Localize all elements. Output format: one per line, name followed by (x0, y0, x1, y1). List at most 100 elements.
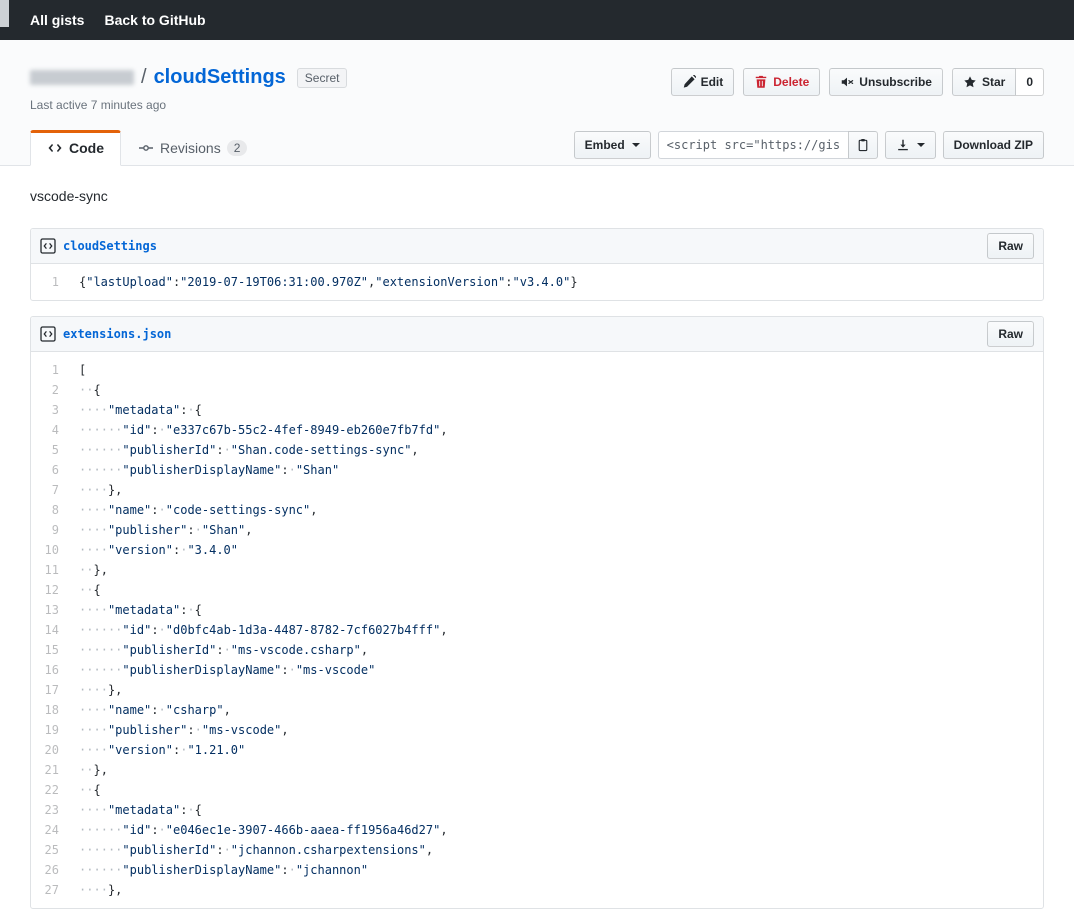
line-number[interactable]: 21 (31, 760, 69, 780)
code-line: 17····}, (31, 680, 1043, 700)
line-number[interactable]: 12 (31, 580, 69, 600)
file-name-label: cloudSettings (63, 239, 157, 253)
line-number[interactable]: 1 (31, 360, 69, 380)
line-number[interactable]: 1 (31, 272, 69, 292)
code-line-text: ······"publisherId":·"Shan.code-settings… (69, 440, 1043, 460)
code-line-text: ····"name":·"code-settings-sync", (69, 500, 1043, 520)
gist-header: / cloudSettings Secret Last active 7 min… (0, 40, 1074, 166)
tab-code[interactable]: Code (30, 130, 121, 166)
embed-src-input[interactable] (658, 131, 848, 159)
code-line-text: ······"publisherId":·"jchannon.csharpext… (69, 840, 1043, 860)
gist-title: / cloudSettings Secret (30, 66, 347, 89)
delete-button[interactable]: Delete (743, 68, 820, 96)
download-icon (896, 138, 910, 152)
line-number[interactable]: 14 (31, 620, 69, 640)
tab-controls: Embed Download ZIP (574, 131, 1044, 165)
code-line: 25······"publisherId":·"jchannon.csharpe… (31, 840, 1043, 860)
code-line-text: ··}, (69, 760, 1043, 780)
mute-icon (840, 75, 854, 89)
download-zip-label: Download ZIP (954, 138, 1033, 152)
download-zip-button[interactable]: Download ZIP (943, 131, 1044, 159)
code-line-text: ····"publisher":·"ms-vscode", (69, 720, 1043, 740)
back-to-github-link[interactable]: Back to GitHub (104, 12, 205, 28)
line-number[interactable]: 23 (31, 800, 69, 820)
file-name-link[interactable]: cloudSettings (40, 238, 157, 254)
code-line: 19····"publisher":·"ms-vscode", (31, 720, 1043, 740)
line-number[interactable]: 24 (31, 820, 69, 840)
title-separator: / (141, 66, 147, 89)
line-number[interactable]: 22 (31, 780, 69, 800)
line-number[interactable]: 5 (31, 440, 69, 460)
code-line: 21··}, (31, 760, 1043, 780)
embed-dropdown-button[interactable]: Embed (574, 131, 651, 159)
code-line-text: ····"publisher":·"Shan", (69, 520, 1043, 540)
code-line: 20····"version":·"1.21.0" (31, 740, 1043, 760)
gist-action-buttons: Edit Delete Unsubscribe Star 0 (671, 68, 1044, 96)
code-line-text: ····"name":·"csharp", (69, 700, 1043, 720)
tab-revisions[interactable]: Revisions 2 (121, 130, 264, 166)
code-line: 13····"metadata":·{ (31, 600, 1043, 620)
code-line: 4······"id":·"e337c67b-55c2-4fef-8949-eb… (31, 420, 1043, 440)
download-dropdown-button[interactable] (885, 131, 936, 159)
line-number[interactable]: 13 (31, 600, 69, 620)
owner-name-redacted-link[interactable] (30, 70, 134, 85)
line-number[interactable]: 19 (31, 720, 69, 740)
code-line-text: ····"version":·"3.4.0" (69, 540, 1043, 560)
star-button-group: Star 0 (952, 68, 1044, 96)
line-number[interactable]: 2 (31, 380, 69, 400)
line-number[interactable]: 16 (31, 660, 69, 680)
trash-icon (754, 75, 768, 89)
code-line: 27····}, (31, 880, 1043, 900)
code-line-text: ······"id":·"d0bfc4ab-1d3a-4487-8782-7cf… (69, 620, 1043, 640)
line-number[interactable]: 7 (31, 480, 69, 500)
code-line-text: ······"publisherDisplayName":·"ms-vscode… (69, 660, 1043, 680)
unsubscribe-button[interactable]: Unsubscribe (829, 68, 943, 96)
code-line-text: ····}, (69, 480, 1043, 500)
code-line-text: ······"publisherDisplayName":·"jchannon" (69, 860, 1043, 880)
file-name-link[interactable]: extensions.json (40, 326, 171, 342)
file-header: cloudSettings Raw (31, 229, 1043, 264)
code-line-text: {"lastUpload":"2019-07-19T06:31:00.970Z"… (69, 272, 1043, 292)
line-number[interactable]: 27 (31, 880, 69, 900)
star-button[interactable]: Star (952, 68, 1016, 96)
line-number[interactable]: 11 (31, 560, 69, 580)
code-line-text: ······"id":·"e046ec1e-3907-466b-aaea-ff1… (69, 820, 1043, 840)
line-number[interactable]: 6 (31, 460, 69, 480)
line-number[interactable]: 15 (31, 640, 69, 660)
code-table: 1{"lastUpload":"2019-07-19T06:31:00.970Z… (31, 272, 1043, 292)
line-number[interactable]: 10 (31, 540, 69, 560)
code-line: 12··{ (31, 580, 1043, 600)
line-number[interactable]: 9 (31, 520, 69, 540)
raw-button[interactable]: Raw (987, 321, 1034, 347)
delete-label: Delete (773, 75, 809, 89)
line-number[interactable]: 3 (31, 400, 69, 420)
code-line: 1[ (31, 360, 1043, 380)
code-line: 5······"publisherId":·"Shan.code-setting… (31, 440, 1043, 460)
code-area: 1{"lastUpload":"2019-07-19T06:31:00.970Z… (31, 264, 1043, 300)
file-name-label: extensions.json (63, 327, 171, 341)
code-line: 23····"metadata":·{ (31, 800, 1043, 820)
secret-badge: Secret (297, 68, 348, 88)
line-number[interactable]: 20 (31, 740, 69, 760)
edit-button[interactable]: Edit (671, 68, 735, 96)
code-line: 24······"id":·"e046ec1e-3907-466b-aaea-f… (31, 820, 1043, 840)
line-number[interactable]: 4 (31, 420, 69, 440)
raw-button[interactable]: Raw (987, 233, 1034, 259)
all-gists-link[interactable]: All gists (30, 12, 84, 28)
file-box-cloudsettings: cloudSettings Raw 1{"lastUpload":"2019-0… (30, 228, 1044, 301)
code-line: 8····"name":·"code-settings-sync", (31, 500, 1043, 520)
code-line-text: ··}, (69, 560, 1043, 580)
line-number[interactable]: 17 (31, 680, 69, 700)
code-line-text: ······"publisherId":·"ms-vscode.csharp", (69, 640, 1043, 660)
commit-icon (138, 140, 154, 156)
line-number[interactable]: 25 (31, 840, 69, 860)
code-line: 2··{ (31, 380, 1043, 400)
gist-name-link[interactable]: cloudSettings (154, 66, 286, 89)
copy-to-clipboard-button[interactable] (848, 131, 878, 159)
line-number[interactable]: 26 (31, 860, 69, 880)
star-count-button[interactable]: 0 (1016, 68, 1044, 96)
code-line: 3····"metadata":·{ (31, 400, 1043, 420)
line-number[interactable]: 18 (31, 700, 69, 720)
embed-src-group (658, 131, 878, 159)
line-number[interactable]: 8 (31, 500, 69, 520)
